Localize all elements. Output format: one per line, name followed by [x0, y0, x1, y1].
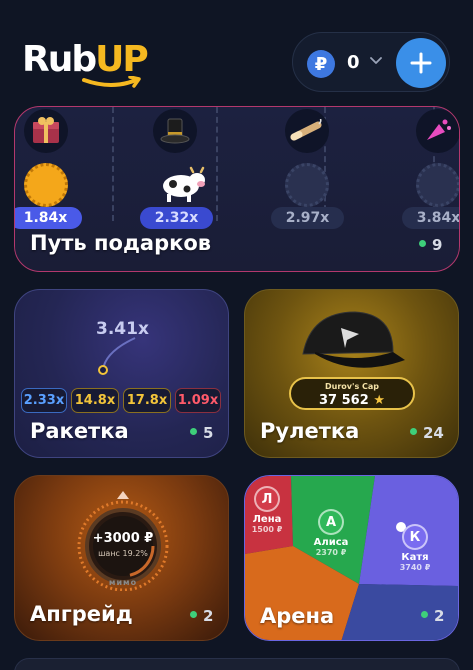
upgrade-miss-label: мимо — [108, 578, 138, 587]
arena-player: А Алиса 2370 ₽ — [307, 509, 355, 558]
avatar: А — [318, 509, 344, 535]
player-name: Алиса — [313, 537, 349, 548]
online-count: 5 — [190, 424, 213, 442]
card-title: Ракетка — [30, 419, 129, 443]
prize-value: 37 562 — [319, 393, 369, 408]
gift-path-card[interactable]: 1.84x 2.32x 2.97x 3.84x Путь подарков 9 — [14, 106, 460, 272]
star-icon: ★ — [373, 393, 385, 408]
next-card-peek[interactable] — [14, 658, 460, 670]
cow-icon — [155, 164, 205, 204]
prize-badge: Durov's Cap 37 562 ★ — [289, 377, 415, 410]
top-hat-icon — [153, 109, 197, 153]
step-multiplier: 2.32x — [140, 207, 213, 229]
rubup-logo[interactable]: RubUP — [22, 38, 149, 88]
cigar-icon — [285, 109, 329, 153]
roulette-card[interactable]: Durov's Cap 37 562 ★ Рулетка 24 — [244, 289, 459, 458]
card-title: Арена — [260, 604, 335, 628]
arena-player: К Катя 3740 ₽ — [393, 524, 437, 573]
current-multiplier: 3.41x — [96, 319, 149, 339]
upgrade-card[interactable]: +3000 ₽ шанс 19.2% мимо Апгрейд 2 — [14, 475, 229, 641]
online-dot-icon — [190, 428, 197, 435]
online-count: 2 — [190, 607, 213, 625]
step-multiplier: 2.97x — [271, 207, 344, 229]
prize-name: Durov's Cap — [325, 382, 379, 391]
add-funds-button[interactable] — [396, 38, 446, 88]
online-dot-icon — [421, 611, 428, 618]
party-popper-icon — [416, 109, 459, 153]
card-title: Рулетка — [260, 419, 360, 443]
ruble-coin-icon: ₽ — [307, 50, 335, 78]
durov-cap-icon — [302, 311, 405, 368]
online-count: 9 — [419, 236, 442, 254]
history-multiplier: 2.33x — [21, 388, 67, 413]
locked-chip-icon — [285, 163, 329, 207]
player-name: Лена — [252, 514, 282, 525]
gift-box-icon — [24, 109, 68, 153]
player-sum: 1500 ₽ — [251, 525, 283, 534]
player-sum: 2370 ₽ — [315, 548, 347, 557]
step-multiplier: 1.84x — [15, 207, 82, 229]
history-multiplier: 17.8x — [123, 388, 171, 413]
history-multiplier: 1.09x — [175, 388, 221, 413]
balance-value: 0 — [347, 52, 360, 73]
upgrade-chance: шанс 19.2% — [98, 549, 148, 558]
card-title: Апгрейд — [30, 602, 133, 626]
online-dot-icon — [419, 240, 426, 247]
player-sum: 3740 ₽ — [399, 563, 431, 572]
online-count: 2 — [421, 607, 444, 625]
arena-player: Л Лена 1500 ₽ — [247, 486, 287, 535]
online-dot-icon — [410, 428, 417, 435]
logo-smile-arrow-icon — [82, 76, 141, 88]
player-name: Катя — [401, 552, 429, 563]
online-dot-icon — [190, 611, 197, 618]
history-multiplier: 14.8x — [71, 388, 119, 413]
avatar: К — [402, 524, 428, 550]
online-count: 24 — [410, 424, 444, 442]
gold-chip-icon — [24, 163, 68, 207]
divider — [112, 107, 114, 221]
locked-chip-icon — [416, 163, 459, 207]
upgrade-amount: +3000 ₽ — [92, 531, 154, 546]
step-multiplier: 3.84x — [402, 207, 459, 229]
rocket-trajectory-icon — [98, 337, 136, 375]
divider — [216, 107, 218, 221]
arena-card[interactable]: Л Лена 1500 ₽ А Алиса 2370 ₽ К Катя 3740… — [244, 475, 459, 641]
plus-icon — [410, 52, 432, 74]
rocket-card[interactable]: 3.41x 2.33x 14.8x 17.8x 1.09x Ракетка 5 — [14, 289, 229, 458]
balance-widget[interactable]: ₽ 0 — [292, 32, 450, 92]
card-title: Путь подарков — [30, 231, 212, 255]
avatar: Л — [254, 486, 280, 512]
chevron-down-icon[interactable] — [369, 53, 383, 67]
